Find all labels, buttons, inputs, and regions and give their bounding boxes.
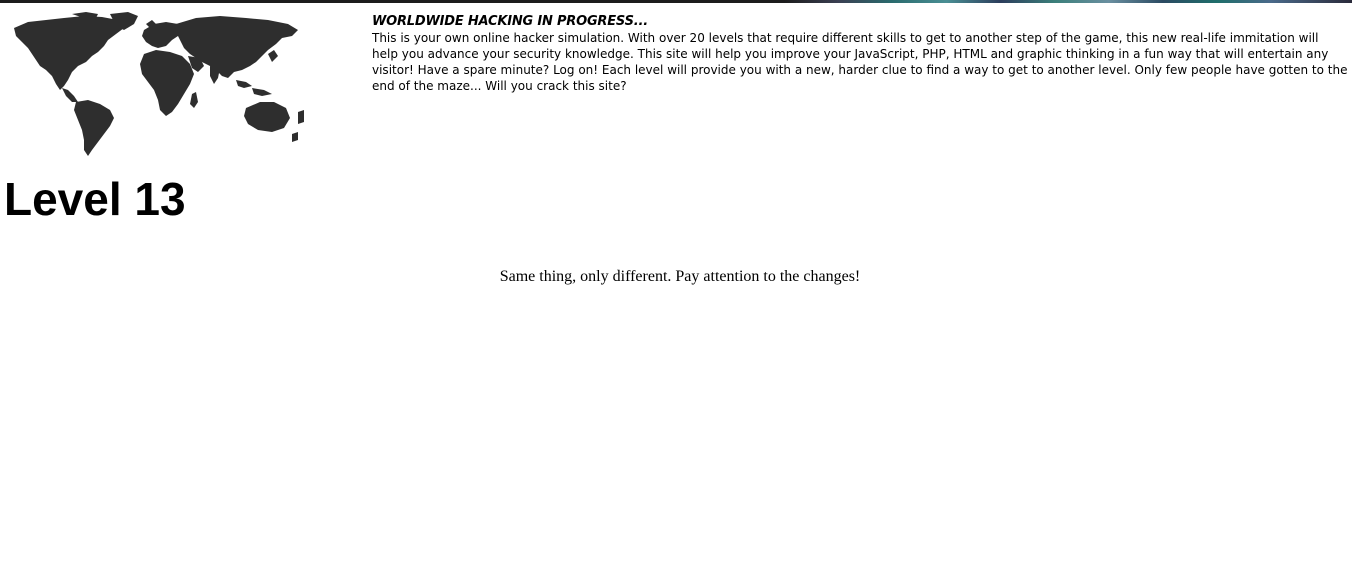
level-title: Level 13 <box>4 173 186 225</box>
top-banner-strip <box>0 0 1352 3</box>
intro-heading: WORLDWIDE HACKING IN PROGRESS... <box>372 14 648 29</box>
intro-text: This is your own online hacker simulatio… <box>372 31 1348 93</box>
level-hint: Same thing, only different. Pay attentio… <box>499 268 861 285</box>
world-map-icon <box>14 12 304 156</box>
intro-section: WORLDWIDE HACKING IN PROGRESS... This is… <box>372 14 1348 94</box>
